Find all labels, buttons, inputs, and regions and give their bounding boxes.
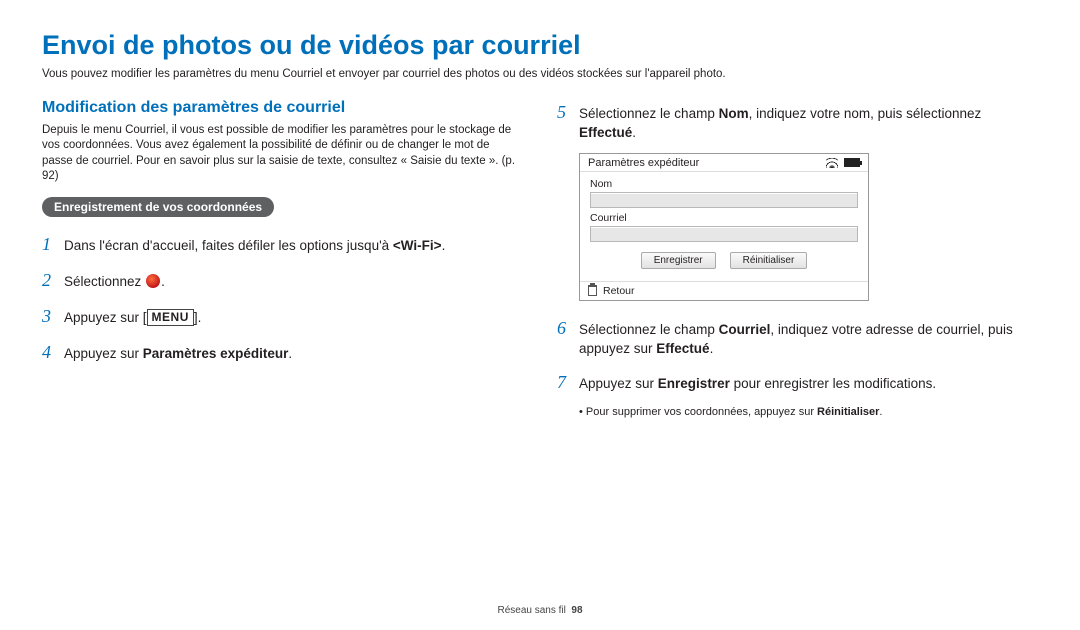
device-body: Nom Courriel Enregistrer Réinitialiser [580,172,868,281]
name-field[interactable] [590,192,858,208]
device-title: Paramètres expéditeur [588,157,699,169]
bold: Courriel [719,322,771,337]
steps-right: 5 Sélectionnez le champ Nom, indiquez vo… [557,99,1038,143]
text: . [161,274,165,289]
step-number: 3 [42,303,64,329]
bold: <Wi-Fi> [393,238,442,253]
step-text: Sélectionnez le champ Nom, indiquez votr… [579,104,1038,143]
text: Sélectionnez le champ [579,106,719,121]
text: Appuyez sur [579,376,658,391]
text: , indiquez votre nom, puis sélectionnez [749,106,982,121]
steps-right-cont: 6 Sélectionnez le champ Courriel, indiqu… [557,315,1038,395]
text: pour enregistrer les modifications. [730,376,936,391]
text: Dans l'écran d'accueil, faites défiler l… [64,238,393,253]
text: ]. [194,310,202,325]
menu-button-chip: MENU [147,309,194,326]
text: Sélectionnez [64,274,145,289]
device-footer: Retour [580,281,868,300]
step-number: 4 [42,339,64,365]
step-number: 5 [557,99,579,125]
text: . [710,341,714,356]
page-number: 98 [571,605,582,616]
text: . [632,125,636,140]
text: . [288,346,292,361]
step-1: 1 Dans l'écran d'accueil, faites défiler… [42,231,523,257]
step-text: Dans l'écran d'accueil, faites défiler l… [64,236,523,256]
step-number: 2 [42,267,64,293]
steps-left: 1 Dans l'écran d'accueil, faites défiler… [42,231,523,365]
step-text: Appuyez sur [MENU]. [64,308,523,328]
device-header: Paramètres expéditeur [580,154,868,172]
app-icon [146,274,160,288]
bold: Nom [719,106,749,121]
bold: Réinitialiser [817,406,879,418]
bold: Enregistrer [658,376,730,391]
step-text: Appuyez sur Paramètres expéditeur. [64,344,523,364]
text: Appuyez sur [ [64,310,147,325]
step-text: Appuyez sur Enregistrer pour enregistrer… [579,374,1038,394]
bold: Effectué [656,341,709,356]
section-title: Modification des paramètres de courriel [42,99,523,117]
text: Appuyez sur [64,346,143,361]
text: . [879,406,882,418]
step-6: 6 Sélectionnez le champ Courriel, indiqu… [557,315,1038,359]
left-column: Modification des paramètres de courriel … [42,99,523,420]
footnote-bullet: Pour supprimer vos coordonnées, appuyez … [587,405,1038,420]
step-number: 6 [557,315,579,341]
step-2: 2 Sélectionnez . [42,267,523,293]
device-button-row: Enregistrer Réinitialiser [590,246,858,273]
trash-icon [588,285,597,296]
bold: Effectué [579,125,632,140]
step-number: 7 [557,369,579,395]
step-4: 4 Appuyez sur Paramètres expéditeur. [42,339,523,365]
page-title: Envoi de photos ou de vidéos par courrie… [42,30,1038,61]
text: . [442,238,446,253]
step-5: 5 Sélectionnez le champ Nom, indiquez vo… [557,99,1038,143]
step-7: 7 Appuyez sur Enregistrer pour enregistr… [557,369,1038,395]
wifi-icon [826,158,838,168]
section-intro: Depuis le menu Courriel, il vous est pos… [42,123,523,185]
back-label[interactable]: Retour [603,285,635,297]
page-intro: Vous pouvez modifier les paramètres du m… [42,67,1038,83]
page-footer: Réseau sans fil 98 [0,605,1080,616]
save-button[interactable]: Enregistrer [641,252,716,269]
step-text: Sélectionnez le champ Courriel, indiquez… [579,320,1038,359]
field-label-email: Courriel [590,212,858,224]
subsection-pill: Enregistrement de vos coordonnées [42,197,274,217]
device-screenshot: Paramètres expéditeur Nom Courriel Enreg… [579,153,869,301]
content-columns: Modification des paramètres de courriel … [42,99,1038,420]
device-status-icons [826,158,860,168]
right-column: 5 Sélectionnez le champ Nom, indiquez vo… [557,99,1038,420]
bold: Paramètres expéditeur [143,346,289,361]
step-3: 3 Appuyez sur [MENU]. [42,303,523,329]
text: Sélectionnez le champ [579,322,719,337]
footer-section: Réseau sans fil [497,605,565,616]
battery-icon [844,158,860,167]
text: Pour supprimer vos coordonnées, appuyez … [586,406,817,418]
step-number: 1 [42,231,64,257]
email-field[interactable] [590,226,858,242]
reset-button[interactable]: Réinitialiser [730,252,808,269]
field-label-name: Nom [590,178,858,190]
step-text: Sélectionnez . [64,272,523,292]
